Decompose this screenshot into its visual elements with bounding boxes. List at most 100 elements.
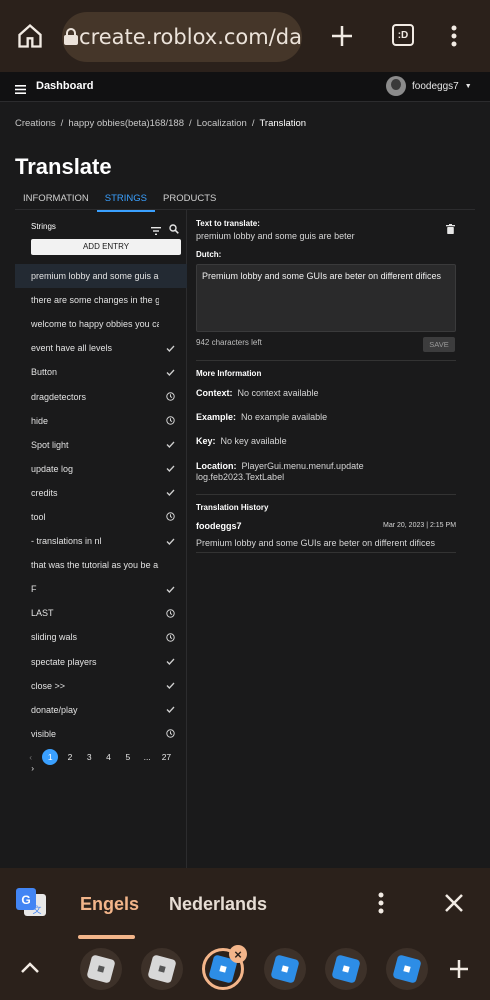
check-icon	[163, 465, 177, 473]
add-tab-icon[interactable]	[449, 959, 469, 984]
tab-roblox-studio-3[interactable]	[386, 948, 428, 990]
string-text: sliding wals	[31, 632, 78, 643]
string-row[interactable]: visible	[15, 722, 187, 746]
target-language-tab[interactable]: Nederlands	[169, 894, 267, 915]
string-text: LAST	[31, 608, 54, 619]
next-page-button[interactable]: ›	[23, 763, 42, 773]
breadcrumb-localization[interactable]: Localization	[197, 118, 247, 129]
check-icon	[163, 489, 177, 497]
context-row: Context: No context available	[196, 388, 319, 398]
chevron-up-icon[interactable]	[20, 960, 40, 979]
string-text: Spot light	[31, 439, 69, 450]
page-2-button[interactable]: 2	[60, 752, 79, 762]
check-icon	[163, 658, 177, 665]
check-icon	[163, 706, 177, 714]
breadcrumb-experience[interactable]: happy obbies(beta)168/188	[68, 118, 184, 129]
string-text: dragdetectors	[31, 391, 87, 402]
page-title: Translate	[15, 154, 112, 179]
history-date: Mar 20, 2023 | 2:15 PM	[383, 522, 457, 529]
delete-icon[interactable]	[446, 221, 455, 239]
divider	[196, 552, 456, 553]
string-row[interactable]: dragdetectors	[15, 384, 187, 408]
tab-roblox-studio-1[interactable]	[264, 948, 306, 990]
string-row[interactable]: hide	[15, 409, 187, 433]
source-language-tab[interactable]: Engels	[80, 894, 139, 915]
dropdown-caret-icon: ▼	[464, 82, 472, 90]
example-label: Example:	[196, 412, 237, 422]
top-navigation: Dashboard foodeggs7 ▼	[0, 72, 490, 102]
roblox-icon	[86, 954, 116, 984]
check-icon	[163, 345, 177, 352]
svg-text:文: 文	[32, 904, 41, 916]
source-text: premium lobby and some guis are beter	[196, 231, 355, 241]
user-menu[interactable]: foodeggs7 ▼	[386, 76, 472, 96]
location-value: PlayerGui.menu.menuf.update	[241, 461, 364, 471]
more-menu-icon[interactable]	[438, 20, 470, 52]
string-row[interactable]: that was the tutorial as you be a.bet	[15, 553, 187, 577]
string-row[interactable]: tool	[15, 505, 187, 529]
string-row[interactable]: event have all levels	[15, 336, 187, 360]
clock-icon	[163, 609, 177, 618]
example-row: Example: No example available	[196, 412, 327, 422]
address-bar[interactable]: create.roblox.com/da	[62, 12, 302, 62]
close-icon[interactable]	[444, 893, 464, 918]
string-row[interactable]: LAST	[15, 601, 187, 625]
divider	[196, 360, 456, 361]
svg-text:G: G	[21, 893, 30, 907]
search-icon[interactable]	[169, 221, 179, 239]
string-row[interactable]: F	[15, 577, 187, 601]
clock-icon	[163, 633, 177, 642]
home-icon[interactable]	[14, 20, 46, 52]
nav-title[interactable]: Dashboard	[36, 80, 93, 92]
breadcrumb-separator: /	[60, 118, 64, 129]
prev-page-button[interactable]: ‹	[21, 752, 40, 762]
new-tab-icon[interactable]	[326, 20, 358, 52]
save-button[interactable]: SAVE	[423, 337, 455, 352]
string-text: visible	[31, 728, 57, 739]
breadcrumb-separator: /	[251, 118, 255, 129]
tab-switcher-button[interactable]: :D	[392, 24, 414, 46]
string-row[interactable]: Spot light	[15, 433, 187, 457]
add-entry-button[interactable]: ADD ENTRY	[31, 239, 181, 255]
breadcrumb: Creations / happy obbies(beta)168/188 / …	[15, 118, 306, 129]
string-row[interactable]: - translations in nl	[15, 529, 187, 553]
page-3-button[interactable]: 3	[80, 752, 99, 762]
google-translate-icon[interactable]: G 文	[16, 888, 46, 918]
key-row: Key: No key available	[196, 436, 287, 446]
page-1-button[interactable]: 1	[42, 749, 59, 765]
string-row[interactable]: sliding wals	[15, 625, 187, 649]
tab-roblox-active[interactable]: ×	[202, 945, 247, 990]
page-4-button[interactable]: 4	[99, 752, 118, 762]
string-row[interactable]: premium lobby and some guis are beter	[15, 264, 187, 289]
string-text: premium lobby and some guis are beter	[31, 271, 159, 282]
tab-roblox-studio-2[interactable]	[325, 948, 367, 990]
string-row[interactable]: spectate players	[15, 650, 187, 674]
page-27-button[interactable]: 27	[157, 752, 176, 762]
key-label: Key:	[196, 436, 216, 446]
close-tab-icon[interactable]: ×	[229, 945, 247, 963]
translate-options-icon[interactable]	[378, 892, 384, 919]
breadcrumb-creations[interactable]: Creations	[15, 118, 56, 129]
page-5-button[interactable]: 5	[118, 752, 137, 762]
browser-tab-strip: ×	[0, 940, 490, 1000]
hamburger-menu-icon[interactable]	[15, 81, 26, 99]
string-text: welcome to happy obbies you can play	[31, 319, 159, 330]
string-row[interactable]: welcome to happy obbies you can play	[15, 312, 187, 336]
characters-left: 942 characters left	[196, 338, 262, 347]
translation-textarea[interactable]: Premium lobby and some GUIs are beter on…	[196, 264, 456, 332]
url-text: create.roblox.com/da	[79, 25, 302, 49]
string-row[interactable]: close >>	[15, 674, 187, 698]
filter-icon[interactable]	[151, 222, 161, 240]
check-icon	[163, 538, 177, 545]
string-row[interactable]: update log	[15, 457, 187, 481]
string-row[interactable]: donate/play	[15, 698, 187, 722]
string-row[interactable]: credits	[15, 481, 187, 505]
tab-roblox-gray-2[interactable]	[141, 948, 183, 990]
language-label: Dutch:	[196, 250, 222, 259]
breadcrumb-translation: Translation	[259, 118, 307, 129]
clock-icon	[163, 416, 177, 425]
tab-roblox-gray-1[interactable]	[80, 948, 122, 990]
roblox-studio-icon	[392, 954, 422, 984]
string-row[interactable]: Button	[15, 360, 187, 384]
string-row[interactable]: there are some changes in the game	[15, 288, 187, 312]
